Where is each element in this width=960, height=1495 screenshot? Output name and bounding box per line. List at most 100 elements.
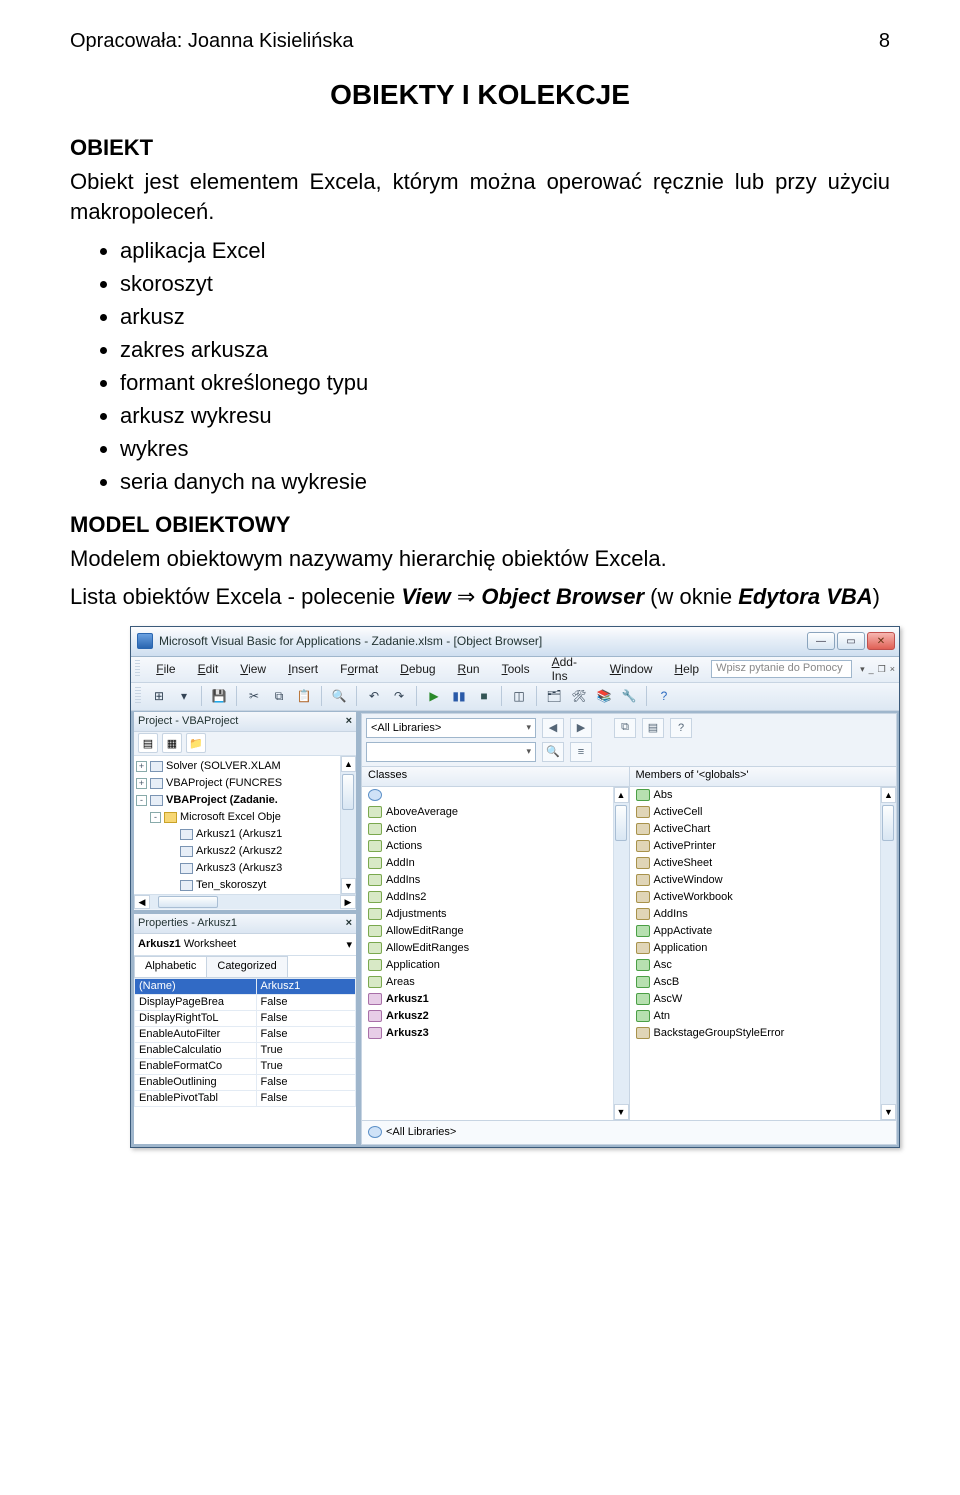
- member-item[interactable]: Application: [630, 940, 897, 957]
- copy-icon[interactable]: ⧉: [614, 718, 636, 738]
- class-item[interactable]: AddIn: [362, 855, 629, 872]
- panel-close-button[interactable]: ×: [346, 715, 352, 727]
- tab-alphabetic[interactable]: Alphabetic: [134, 956, 207, 977]
- scroll-up-icon[interactable]: ▲: [341, 756, 356, 772]
- scroll-down-icon[interactable]: ▼: [341, 878, 356, 894]
- property-row[interactable]: EnableOutliningFalse: [135, 1074, 356, 1090]
- reset-icon[interactable]: ■: [473, 685, 495, 707]
- scrollbar-thumb[interactable]: [615, 805, 627, 841]
- member-item[interactable]: ActiveWindow: [630, 872, 897, 889]
- class-item[interactable]: AddIns: [362, 872, 629, 889]
- titlebar[interactable]: Microsoft Visual Basic for Applications …: [131, 627, 899, 657]
- member-item[interactable]: Asc: [630, 957, 897, 974]
- design-mode-icon[interactable]: ◫: [508, 685, 530, 707]
- scrollbar-thumb[interactable]: [342, 774, 354, 810]
- redo-icon[interactable]: ↷: [388, 685, 410, 707]
- tree-node[interactable]: -Microsoft Excel Obje: [136, 809, 356, 826]
- help-icon[interactable]: ?: [670, 718, 692, 738]
- scroll-up-icon[interactable]: ▲: [614, 787, 629, 803]
- member-item[interactable]: ActiveSheet: [630, 855, 897, 872]
- find-icon[interactable]: 🔍: [328, 685, 350, 707]
- menu-debug[interactable]: Debug: [390, 659, 445, 679]
- class-item[interactable]: Areas: [362, 974, 629, 991]
- search-icon[interactable]: 🔍: [542, 742, 564, 762]
- scrollbar-track[interactable]: [150, 895, 340, 909]
- tree-node[interactable]: Arkusz3 (Arkusz3: [136, 860, 356, 877]
- scroll-right-icon[interactable]: ▶: [340, 895, 356, 909]
- properties-icon[interactable]: 🛠: [568, 685, 590, 707]
- toggle-folders-icon[interactable]: 📁: [186, 733, 206, 753]
- member-item[interactable]: ActivePrinter: [630, 838, 897, 855]
- panel-close-button[interactable]: ×: [346, 917, 352, 929]
- class-item[interactable]: AllowEditRanges: [362, 940, 629, 957]
- save-icon[interactable]: 💾: [208, 685, 230, 707]
- scroll-left-icon[interactable]: ◀: [134, 895, 150, 909]
- class-item[interactable]: Adjustments: [362, 906, 629, 923]
- close-button[interactable]: ✕: [867, 632, 895, 650]
- ask-help-input[interactable]: Wpisz pytanie do Pomocy: [711, 660, 852, 678]
- member-item[interactable]: Atn: [630, 1008, 897, 1025]
- view-object-icon[interactable]: ▦: [162, 733, 182, 753]
- class-item[interactable]: Application: [362, 957, 629, 974]
- scroll-down-icon[interactable]: ▼: [881, 1104, 896, 1120]
- paste-icon[interactable]: 📋: [293, 685, 315, 707]
- view-definition-icon[interactable]: ▤: [642, 718, 664, 738]
- menu-file[interactable]: File: [146, 659, 185, 679]
- nav-forward-icon[interactable]: ▶: [570, 718, 592, 738]
- break-icon[interactable]: ▮▮: [448, 685, 470, 707]
- menu-tools[interactable]: Tools: [492, 659, 540, 679]
- mdi-restore-button[interactable]: _: [869, 664, 874, 675]
- scrollbar-track[interactable]: [341, 772, 356, 878]
- class-item[interactable]: Arkusz2: [362, 1008, 629, 1025]
- member-item[interactable]: ActiveWorkbook: [630, 889, 897, 906]
- menu-run[interactable]: Run: [448, 659, 490, 679]
- property-row[interactable]: DisplayPageBreaFalse: [135, 994, 356, 1010]
- expand-icon[interactable]: -: [150, 812, 161, 823]
- properties-grid[interactable]: (Name)Arkusz1DisplayPageBreaFalseDisplay…: [134, 978, 356, 1144]
- property-value[interactable]: False: [256, 1026, 355, 1042]
- member-item[interactable]: AscW: [630, 991, 897, 1008]
- classes-list[interactable]: AboveAverageActionActionsAddInAddInsAddI…: [362, 787, 629, 1120]
- class-item[interactable]: Arkusz3: [362, 1025, 629, 1042]
- members-list[interactable]: AbsActiveCellActiveChartActivePrinterAct…: [630, 787, 897, 1120]
- scrollbar-track[interactable]: [881, 803, 896, 1104]
- library-combo[interactable]: <All Libraries> ▾: [366, 718, 536, 738]
- menu-view[interactable]: View: [230, 659, 276, 679]
- member-item[interactable]: BackstageGroupStyleError: [630, 1025, 897, 1042]
- member-item[interactable]: ActiveCell: [630, 804, 897, 821]
- insert-dropdown[interactable]: ▾: [173, 685, 195, 707]
- run-icon[interactable]: ▶: [423, 685, 445, 707]
- maximize-button[interactable]: ▭: [837, 632, 865, 650]
- nav-back-icon[interactable]: ◀: [542, 718, 564, 738]
- scrollbar-thumb[interactable]: [158, 896, 218, 908]
- dropdown-icon[interactable]: ▾: [346, 938, 352, 951]
- expand-icon[interactable]: -: [136, 795, 147, 806]
- property-value[interactable]: True: [256, 1058, 355, 1074]
- scroll-down-icon[interactable]: ▼: [614, 1104, 629, 1120]
- minimize-button[interactable]: —: [807, 632, 835, 650]
- scroll-up-icon[interactable]: ▲: [881, 787, 896, 803]
- member-item[interactable]: AppActivate: [630, 923, 897, 940]
- search-combo[interactable]: ▾: [366, 742, 536, 762]
- menu-insert[interactable]: Insert: [278, 659, 328, 679]
- tree-node[interactable]: Ten_skoroszyt: [136, 877, 356, 894]
- ask-dropdown-icon[interactable]: ▾: [860, 664, 865, 675]
- class-item[interactable]: AboveAverage: [362, 804, 629, 821]
- property-value[interactable]: False: [256, 994, 355, 1010]
- member-item[interactable]: Abs: [630, 787, 897, 804]
- menu-edit[interactable]: Edit: [188, 659, 229, 679]
- class-item[interactable]: AddIns2: [362, 889, 629, 906]
- project-explorer-icon[interactable]: 🗂: [543, 685, 565, 707]
- excel-icon[interactable]: ⊞: [148, 685, 170, 707]
- tree-node[interactable]: Arkusz1 (Arkusz1: [136, 826, 356, 843]
- class-item[interactable]: Action: [362, 821, 629, 838]
- property-value[interactable]: False: [256, 1074, 355, 1090]
- class-item[interactable]: AllowEditRange: [362, 923, 629, 940]
- property-value[interactable]: Arkusz1: [256, 978, 355, 994]
- mdi-max-button[interactable]: ❐: [878, 664, 886, 675]
- property-row[interactable]: EnableCalculatioTrue: [135, 1042, 356, 1058]
- view-code-icon[interactable]: ▤: [138, 733, 158, 753]
- tab-categorized[interactable]: Categorized: [206, 956, 287, 977]
- menu-format[interactable]: Format: [330, 659, 388, 679]
- scrollbar-thumb[interactable]: [882, 805, 894, 841]
